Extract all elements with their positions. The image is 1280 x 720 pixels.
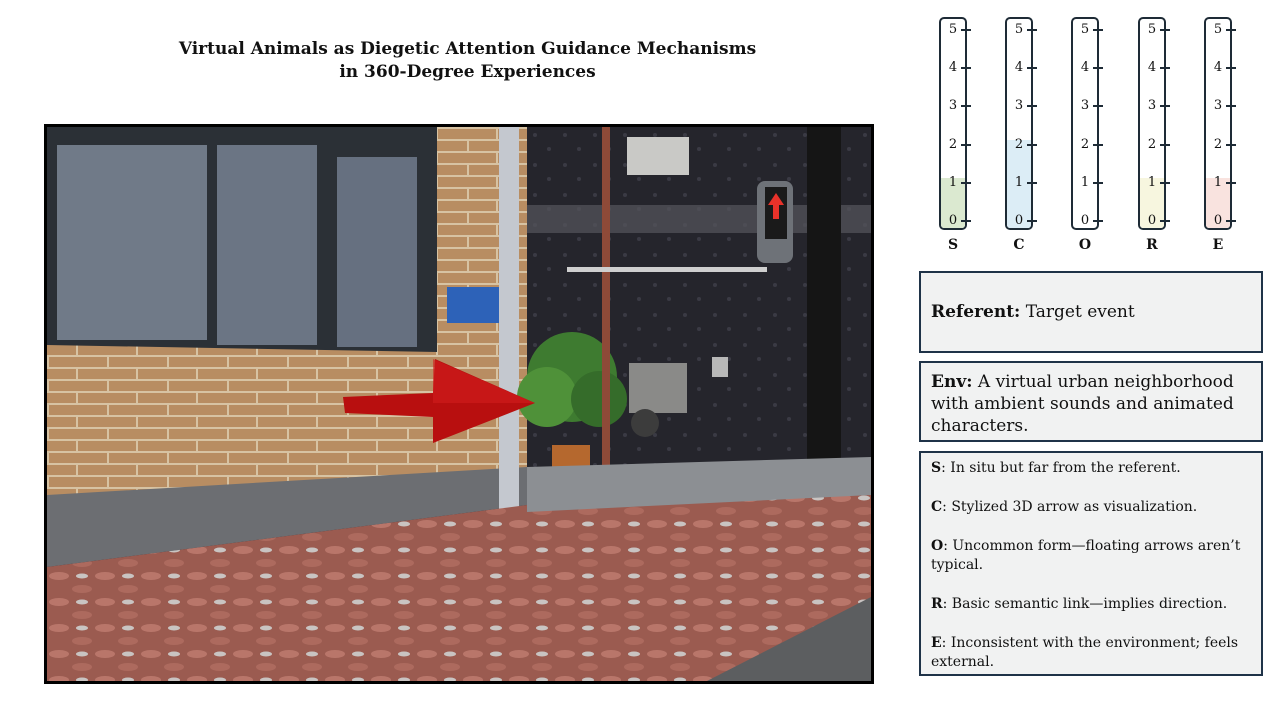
scale-letter: R (1146, 237, 1158, 253)
scale-tick-label: 5 (1080, 22, 1090, 37)
criterion-key: C (931, 499, 943, 515)
scale-tick-label: 3 (1014, 98, 1024, 114)
scale-tick-label: 0 (1080, 213, 1090, 228)
scale-tick-label: 3 (948, 98, 958, 114)
scale-tick-label: 2 (1014, 136, 1024, 152)
scale-letter: S (947, 237, 959, 253)
scale-tick-label: 2 (948, 136, 958, 152)
referent-label: Referent: (931, 302, 1021, 322)
scene-image (44, 124, 874, 684)
criterion-s: S: In situ but far from the referent. (931, 459, 1251, 478)
scale-tick-label: 5 (948, 22, 958, 37)
scale-tick-label: 0 (1147, 213, 1157, 228)
criterion-text: : Basic semantic link—implies direction. (942, 596, 1228, 612)
scale-tick-label: 1 (1014, 174, 1024, 190)
criterion-o: O: Uncommon form—floating arrows aren’t … (931, 537, 1251, 575)
scale-tick-label: 3 (1080, 98, 1090, 114)
env-text: A virtual urban neighborhood with ambien… (931, 372, 1234, 436)
title-line-2: in 360-Degree Experiences (339, 62, 596, 82)
scale-tick-label: 1 (948, 174, 958, 190)
scale-letter: C (1013, 237, 1025, 253)
scale-letter: E (1212, 237, 1224, 253)
criterion-e: E: Inconsistent with the environment; fe… (931, 634, 1251, 672)
referent-box: Referent: Target event (919, 271, 1263, 353)
scale-tick-label: 5 (1213, 22, 1223, 37)
score-scale-r: 5 4 3 2 1 0 R (1138, 17, 1178, 257)
scale-tick-label: 4 (1014, 60, 1024, 76)
scale-letter: O (1078, 237, 1092, 253)
scale-tick-label: 0 (1014, 213, 1024, 228)
title-line-1: Virtual Animals as Diegetic Attention Gu… (178, 39, 757, 59)
scale-tick-label: 4 (1147, 60, 1157, 76)
criteria-box: S: In situ but far from the referent. C:… (919, 451, 1263, 676)
criterion-text: : Inconsistent with the environment; fee… (931, 635, 1239, 670)
environment-box: Env: A virtual urban neighborhood with a… (919, 361, 1263, 442)
criterion-text: : In situ but far from the referent. (941, 460, 1181, 476)
scale-tick-label: 3 (1213, 98, 1223, 114)
criterion-text: : Uncommon form—floating arrows aren’t t… (931, 538, 1241, 573)
scale-tick-label: 1 (1080, 174, 1090, 190)
scale-bar (939, 17, 967, 230)
criterion-key: O (931, 538, 944, 554)
scale-tick-label: 4 (1213, 60, 1223, 76)
criterion-key: S (931, 460, 942, 476)
scale-tick-label: 2 (1080, 136, 1090, 152)
criterion-c: C: Stylized 3D arrow as visualization. (931, 498, 1251, 517)
scale-bar (1071, 17, 1099, 230)
score-scale-e: 5 4 3 2 1 0 E (1204, 17, 1244, 257)
scale-bar (1204, 17, 1232, 230)
street-scene-illustration (47, 127, 871, 681)
scale-tick-label: 2 (1147, 136, 1157, 152)
scale-tick-label: 1 (1213, 174, 1223, 190)
criterion-text: : Stylized 3D arrow as visualization. (942, 499, 1198, 515)
env-label: Env: (931, 372, 973, 392)
score-scale-o: 5 4 3 2 1 0 O (1071, 17, 1111, 257)
scale-bar (1005, 17, 1033, 230)
scale-bar (1138, 17, 1166, 230)
referent-text: Target event (1025, 302, 1135, 322)
score-scale-c: 5 4 3 2 1 0 C (1005, 17, 1045, 257)
score-scale-s: 5 4 3 2 1 0 S (939, 17, 979, 257)
scale-tick-label: 0 (1213, 213, 1223, 228)
criterion-r: R: Basic semantic link—implies direction… (931, 595, 1251, 614)
scale-tick-label: 2 (1213, 136, 1223, 152)
criterion-key: E (931, 635, 942, 651)
scale-tick-label: 5 (1014, 22, 1024, 37)
criterion-key: R (931, 596, 943, 612)
scale-tick-label: 1 (1147, 174, 1157, 190)
scale-tick-label: 3 (1147, 98, 1157, 114)
scale-tick-label: 5 (1147, 22, 1157, 37)
page-title: Virtual Animals as Diegetic Attention Gu… (150, 38, 785, 84)
scale-tick-label: 4 (948, 60, 958, 76)
scale-tick-label: 0 (948, 213, 958, 228)
scale-tick-label: 4 (1080, 60, 1090, 76)
